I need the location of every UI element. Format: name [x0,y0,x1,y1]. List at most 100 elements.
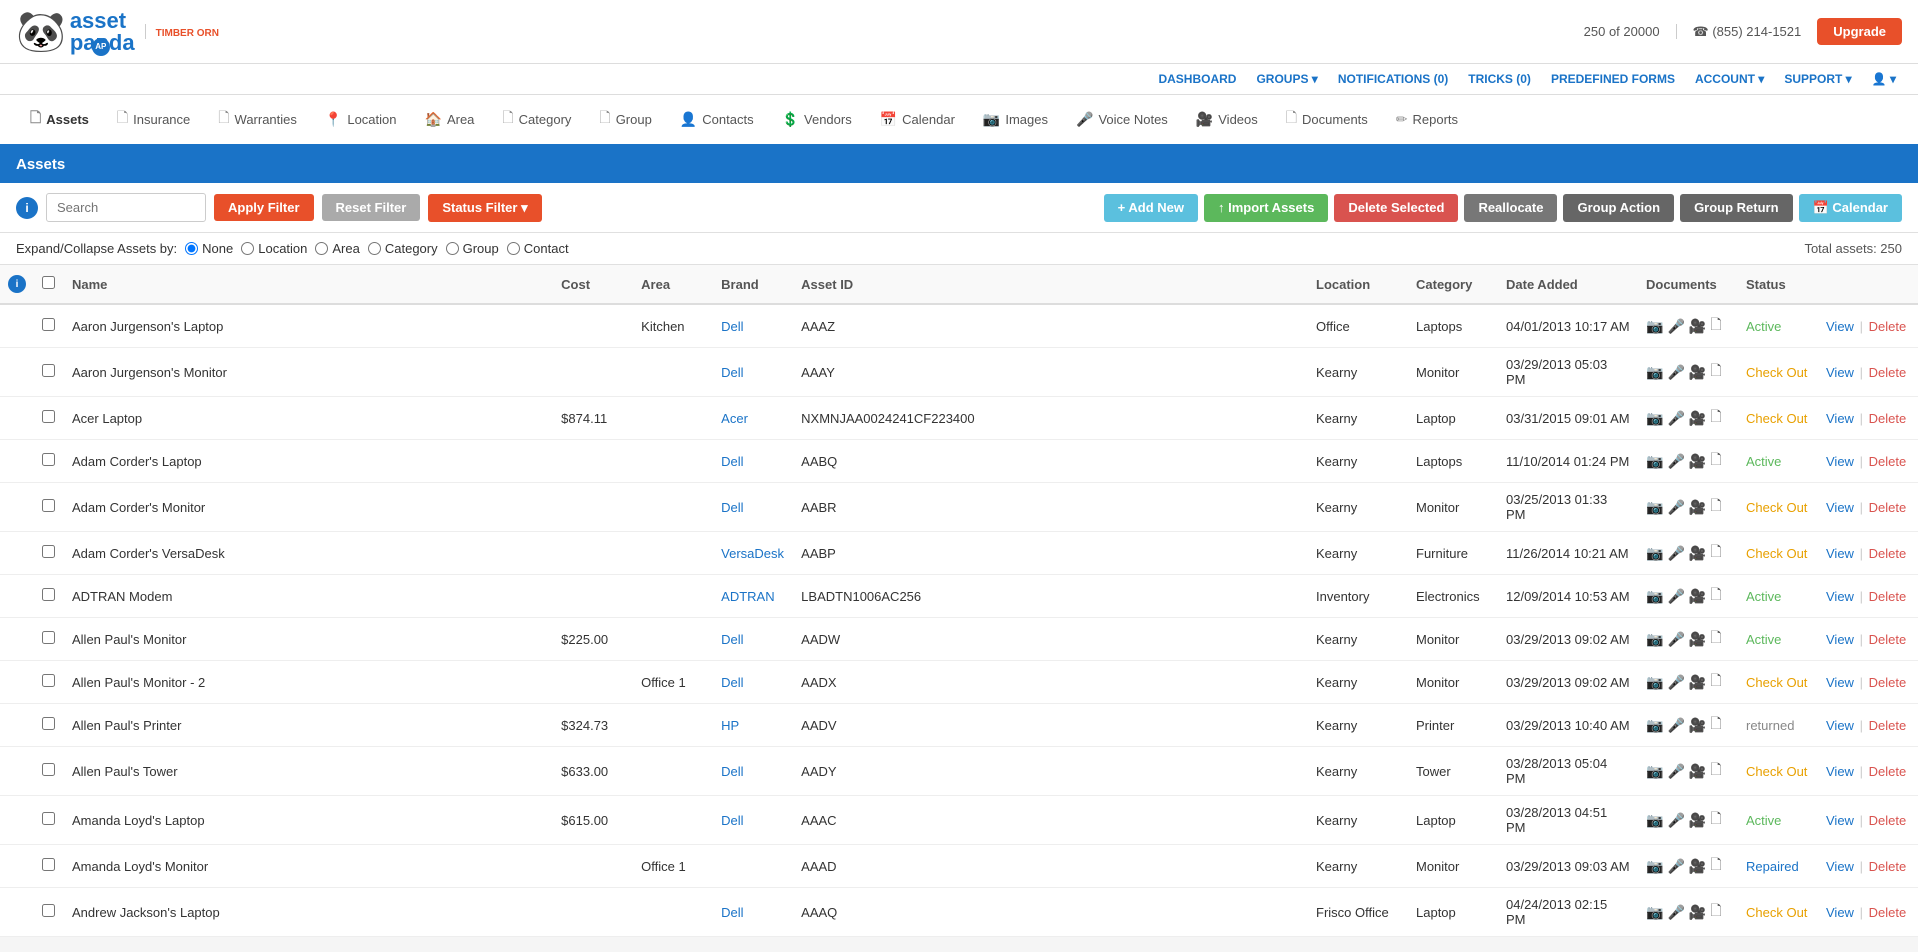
row-delete-12[interactable]: Delete [1869,859,1907,874]
row-view-9[interactable]: View [1826,718,1854,733]
group-return-button[interactable]: Group Return [1680,194,1793,222]
video-icon-12[interactable]: 🎥 [1689,858,1706,875]
row-view-10[interactable]: View [1826,764,1854,779]
doc-icon-4[interactable]: 🗋 [1710,495,1721,519]
row-delete-0[interactable]: Delete [1869,319,1907,334]
mic-icon-6[interactable]: 🎤 [1667,588,1684,605]
expand-none[interactable]: None [185,241,233,256]
mic-icon-3[interactable]: 🎤 [1667,453,1684,470]
calendar-button[interactable]: 📅 Calendar [1799,194,1902,222]
doc-icon-3[interactable]: 🗋 [1710,449,1721,473]
mic-icon-12[interactable]: 🎤 [1667,858,1684,875]
reset-filter-button[interactable]: Reset Filter [322,194,421,221]
mic-icon-5[interactable]: 🎤 [1667,545,1684,562]
doc-icon-13[interactable]: 🗋 [1710,900,1721,924]
row-checkbox-13[interactable] [34,888,64,937]
doc-icon-5[interactable]: 🗋 [1710,541,1721,565]
nav-account[interactable]: ACCOUNT ▾ [1689,68,1770,90]
video-icon-8[interactable]: 🎥 [1689,674,1706,691]
row-delete-11[interactable]: Delete [1869,813,1907,828]
row-delete-13[interactable]: Delete [1869,905,1907,920]
nav-tricks[interactable]: TRICKS (0) [1462,68,1537,90]
subnav-reports[interactable]: ✏ Reports [1382,99,1472,143]
row-brand-8[interactable]: Dell [713,661,793,704]
video-icon-6[interactable]: 🎥 [1689,588,1706,605]
row-checkbox-8[interactable] [34,661,64,704]
mic-icon-10[interactable]: 🎤 [1667,763,1684,780]
row-brand-10[interactable]: Dell [713,747,793,796]
doc-icon-12[interactable]: 🗋 [1710,854,1721,878]
camera-icon-13[interactable]: 📷 [1646,904,1663,921]
subnav-calendar[interactable]: 📅 Calendar [866,99,969,143]
doc-icon-11[interactable]: 🗋 [1710,808,1721,832]
camera-icon-8[interactable]: 📷 [1646,674,1663,691]
search-input[interactable] [46,193,206,222]
row-delete-3[interactable]: Delete [1869,454,1907,469]
row-brand-11[interactable]: Dell [713,796,793,845]
row-delete-4[interactable]: Delete [1869,500,1907,515]
video-icon-5[interactable]: 🎥 [1689,545,1706,562]
expand-location[interactable]: Location [241,241,307,256]
row-checkbox-7[interactable] [34,618,64,661]
row-view-2[interactable]: View [1826,411,1854,426]
nav-groups[interactable]: GROUPS ▾ [1250,68,1323,90]
nav-predefined[interactable]: PREDEFINED FORMS [1545,68,1681,90]
upgrade-button[interactable]: Upgrade [1817,18,1902,45]
row-brand-0[interactable]: Dell [713,304,793,348]
row-brand-13[interactable]: Dell [713,888,793,937]
doc-icon-1[interactable]: 🗋 [1710,360,1721,384]
mic-icon-0[interactable]: 🎤 [1667,318,1684,335]
camera-icon-7[interactable]: 📷 [1646,631,1663,648]
mic-icon-11[interactable]: 🎤 [1667,812,1684,829]
doc-icon-7[interactable]: 🗋 [1710,627,1721,651]
subnav-voicenotes[interactable]: 🎤 Voice Notes [1062,99,1182,143]
subnav-contacts[interactable]: 👤 Contacts [666,99,768,143]
row-view-5[interactable]: View [1826,546,1854,561]
doc-icon-6[interactable]: 🗋 [1710,584,1721,608]
status-filter-button[interactable]: Status Filter ▾ [428,194,541,222]
row-checkbox-5[interactable] [34,532,64,575]
subnav-area[interactable]: 🏠 Area [411,99,489,143]
row-brand-12[interactable] [713,845,793,888]
row-delete-2[interactable]: Delete [1869,411,1907,426]
add-new-button[interactable]: + Add New [1104,194,1198,222]
subnav-assets[interactable]: 🗋 Assets [16,95,103,146]
camera-icon-4[interactable]: 📷 [1646,499,1663,516]
video-icon-9[interactable]: 🎥 [1689,717,1706,734]
mic-icon-8[interactable]: 🎤 [1667,674,1684,691]
expand-contact[interactable]: Contact [507,241,569,256]
row-brand-9[interactable]: HP [713,704,793,747]
row-brand-7[interactable]: Dell [713,618,793,661]
row-brand-5[interactable]: VersaDesk [713,532,793,575]
camera-icon-1[interactable]: 📷 [1646,364,1663,381]
video-icon-11[interactable]: 🎥 [1689,812,1706,829]
subnav-videos[interactable]: 🎥 Videos [1182,99,1272,143]
apply-filter-button[interactable]: Apply Filter [214,194,314,221]
camera-icon-3[interactable]: 📷 [1646,453,1663,470]
video-icon-7[interactable]: 🎥 [1689,631,1706,648]
row-checkbox-9[interactable] [34,704,64,747]
video-icon-13[interactable]: 🎥 [1689,904,1706,921]
row-brand-1[interactable]: Dell [713,348,793,397]
expand-category[interactable]: Category [368,241,438,256]
expand-group[interactable]: Group [446,241,499,256]
row-checkbox-10[interactable] [34,747,64,796]
subnav-vendors[interactable]: 💲 Vendors [768,99,866,143]
camera-icon-12[interactable]: 📷 [1646,858,1663,875]
row-brand-4[interactable]: Dell [713,483,793,532]
row-checkbox-3[interactable] [34,440,64,483]
mic-icon-9[interactable]: 🎤 [1667,717,1684,734]
mic-icon-2[interactable]: 🎤 [1667,410,1684,427]
video-icon-2[interactable]: 🎥 [1689,410,1706,427]
row-view-0[interactable]: View [1826,319,1854,334]
row-view-1[interactable]: View [1826,365,1854,380]
row-delete-10[interactable]: Delete [1869,764,1907,779]
nav-support[interactable]: SUPPORT ▾ [1778,68,1857,90]
subnav-warranties[interactable]: 🗋 Warranties [204,95,311,146]
row-delete-7[interactable]: Delete [1869,632,1907,647]
video-icon-1[interactable]: 🎥 [1689,364,1706,381]
subnav-location[interactable]: 📍 Location [311,99,411,143]
camera-icon-5[interactable]: 📷 [1646,545,1663,562]
mic-icon-7[interactable]: 🎤 [1667,631,1684,648]
reallocate-button[interactable]: Reallocate [1464,194,1557,222]
